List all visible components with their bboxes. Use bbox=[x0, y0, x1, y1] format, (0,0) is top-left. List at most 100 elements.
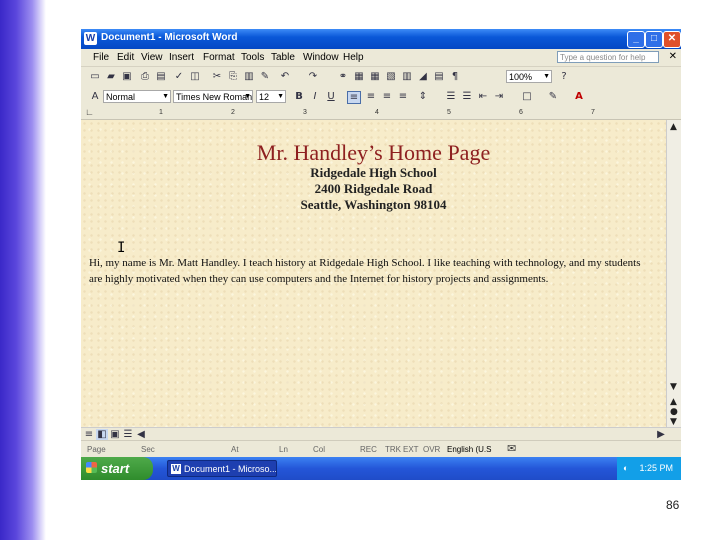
show-hide-icon[interactable]: ¶ bbox=[449, 71, 461, 82]
outline-view-icon[interactable]: ☰ bbox=[122, 429, 134, 440]
font-color-icon[interactable]: A bbox=[573, 91, 585, 102]
bold-icon[interactable]: B bbox=[293, 91, 305, 102]
status-bar: Page Sec At Ln Col REC TRK EXT OVR Engli… bbox=[81, 440, 681, 457]
standard-toolbar: ▭ ▰ ▣ ⎙ ▤ ✓ ◫ ✂ ⎘ ▥ ✎ ↶ ↷ ⚭ ▦ ▦ ▧ ▥ ◢ ▤ … bbox=[81, 67, 681, 88]
status-section: Sec bbox=[141, 445, 155, 454]
scroll-left-icon[interactable]: ◀ bbox=[135, 429, 147, 440]
tray-icon[interactable]: ◐ bbox=[623, 457, 628, 480]
columns-icon[interactable]: ▥ bbox=[401, 71, 413, 82]
bullets-icon[interactable]: ☰ bbox=[461, 91, 473, 102]
clock: 1:25 PM bbox=[639, 463, 673, 473]
print-icon[interactable]: ⎙ bbox=[139, 71, 151, 82]
tab-selector-icon[interactable]: ∟ bbox=[85, 107, 94, 117]
close-button[interactable]: ✕ bbox=[663, 31, 681, 48]
menu-tools[interactable]: Tools bbox=[241, 52, 264, 63]
paste-icon[interactable]: ▥ bbox=[243, 71, 255, 82]
spelling-status-icon[interactable]: ✉ bbox=[507, 442, 516, 455]
taskbar-item-word[interactable]: W Document1 - Microso... bbox=[167, 460, 277, 477]
status-ext[interactable]: EXT bbox=[403, 445, 419, 454]
paragraph-line: Hi, my name is Mr. Matt Handley. I teach… bbox=[89, 257, 641, 269]
horizontal-scrollbar[interactable]: ≡ ◧ ▣ ☰ ◀ ▶ bbox=[81, 427, 681, 441]
menu-help[interactable]: Help bbox=[343, 52, 364, 63]
menu-insert[interactable]: Insert bbox=[169, 52, 194, 63]
status-trk[interactable]: TRK bbox=[385, 445, 401, 454]
paragraph-line: are highly motivated when they can use c… bbox=[89, 273, 549, 285]
scroll-right-icon[interactable]: ▶ bbox=[655, 429, 667, 440]
highlight-icon[interactable]: ✎ bbox=[547, 91, 559, 102]
cut-icon[interactable]: ✂ bbox=[211, 71, 223, 82]
start-button[interactable]: start bbox=[81, 457, 153, 480]
minimize-button[interactable]: _ bbox=[627, 31, 645, 48]
decrease-indent-icon[interactable]: ⇤ bbox=[477, 91, 489, 102]
status-line: Ln bbox=[279, 445, 288, 454]
scroll-down-icon[interactable]: ▼ bbox=[670, 382, 677, 392]
ruler-number: 7 bbox=[591, 109, 595, 116]
font-size-select[interactable]: 12 ▼ bbox=[256, 90, 286, 103]
align-left-icon[interactable]: ≡ bbox=[347, 91, 361, 104]
undo-icon[interactable]: ↶ bbox=[279, 71, 291, 82]
formatting-toolbar: A Normal ▼ Times New Roman ▼ 12 ▼ B I U ≡ ≡… bbox=[81, 87, 681, 108]
styles-pane-icon[interactable]: A bbox=[89, 91, 101, 102]
status-language: English (U.S bbox=[447, 445, 492, 454]
window-title: Document1 - Microsoft Word bbox=[101, 32, 238, 43]
taskbar-item-label: Document1 - Microso... bbox=[184, 464, 277, 474]
align-right-icon[interactable]: ≡ bbox=[381, 91, 393, 102]
status-at: At bbox=[231, 445, 239, 454]
document-map-icon[interactable]: ▤ bbox=[433, 71, 445, 82]
vertical-scrollbar[interactable]: ▲ ▼ ▲ ● ▼ bbox=[666, 120, 681, 427]
border-icon[interactable]: □ bbox=[521, 91, 533, 102]
insert-table-icon[interactable]: ▦ bbox=[369, 71, 381, 82]
italic-icon[interactable]: I bbox=[309, 91, 321, 102]
menu-format[interactable]: Format bbox=[203, 52, 235, 63]
print-layout-view-icon[interactable]: ▣ bbox=[109, 429, 121, 440]
document-close-icon[interactable]: ✕ bbox=[669, 51, 677, 62]
word-window: W Document1 - Microsoft Word _ □ ✕ File … bbox=[81, 29, 681, 480]
hyperlink-icon[interactable]: ⚭ bbox=[337, 71, 349, 82]
previous-page-icon[interactable]: ▲ bbox=[670, 397, 677, 407]
normal-view-icon[interactable]: ≡ bbox=[83, 429, 95, 440]
underline-icon[interactable]: U bbox=[325, 91, 337, 102]
print-preview-icon[interactable]: ▤ bbox=[155, 71, 167, 82]
font-select[interactable]: Times New Roman ▼ bbox=[173, 90, 253, 103]
research-icon[interactable]: ◫ bbox=[189, 71, 201, 82]
ask-question-input[interactable]: Type a question for help bbox=[557, 51, 659, 63]
status-column: Col bbox=[313, 445, 326, 454]
menu-window[interactable]: Window bbox=[303, 52, 339, 63]
windows-logo-icon bbox=[86, 462, 97, 473]
align-center-icon[interactable]: ≡ bbox=[365, 91, 377, 102]
status-ovr[interactable]: OVR bbox=[423, 445, 440, 454]
word-task-icon: W bbox=[171, 464, 181, 474]
status-rec[interactable]: REC bbox=[360, 445, 377, 454]
zoom-select[interactable]: 100% ▼ bbox=[506, 70, 552, 83]
document-page[interactable]: Mr. Handley’s Home Page Ridgedale High S… bbox=[81, 120, 666, 427]
select-browse-object-icon[interactable]: ● bbox=[670, 407, 678, 417]
numbering-icon[interactable]: ☰ bbox=[445, 91, 457, 102]
increase-indent-icon[interactable]: ⇥ bbox=[493, 91, 505, 102]
copy-icon[interactable]: ⎘ bbox=[227, 71, 239, 82]
save-icon[interactable]: ▣ bbox=[121, 71, 133, 82]
menu-file[interactable]: File bbox=[93, 52, 109, 63]
help-icon[interactable]: ? bbox=[558, 71, 570, 82]
redo-icon[interactable]: ↷ bbox=[307, 71, 319, 82]
open-folder-icon[interactable]: ▰ bbox=[105, 71, 117, 82]
ruler-number: 4 bbox=[375, 109, 379, 116]
format-painter-icon[interactable]: ✎ bbox=[259, 71, 271, 82]
style-select[interactable]: Normal ▼ bbox=[103, 90, 171, 103]
menu-table[interactable]: Table bbox=[271, 52, 295, 63]
web-layout-view-icon[interactable]: ◧ bbox=[96, 429, 108, 440]
windows-taskbar: start W Document1 - Microso... ◐ 1:25 PM bbox=[81, 457, 681, 480]
body-paragraph: Hi, my name is Mr. Matt Handley. I teach… bbox=[89, 255, 659, 287]
line-spacing-icon[interactable]: ⇕ bbox=[417, 91, 429, 102]
scroll-up-icon[interactable]: ▲ bbox=[670, 122, 677, 132]
drawing-icon[interactable]: ◢ bbox=[417, 71, 429, 82]
new-document-icon[interactable]: ▭ bbox=[89, 71, 101, 82]
spelling-icon[interactable]: ✓ bbox=[173, 71, 185, 82]
insert-excel-icon[interactable]: ▧ bbox=[385, 71, 397, 82]
maximize-button[interactable]: □ bbox=[645, 31, 663, 48]
justify-icon[interactable]: ≡ bbox=[397, 91, 409, 102]
menu-edit[interactable]: Edit bbox=[117, 52, 134, 63]
menu-view[interactable]: View bbox=[141, 52, 163, 63]
word-app-icon: W bbox=[84, 32, 97, 45]
tables-borders-icon[interactable]: ▦ bbox=[353, 71, 365, 82]
next-page-icon[interactable]: ▼ bbox=[670, 417, 677, 427]
